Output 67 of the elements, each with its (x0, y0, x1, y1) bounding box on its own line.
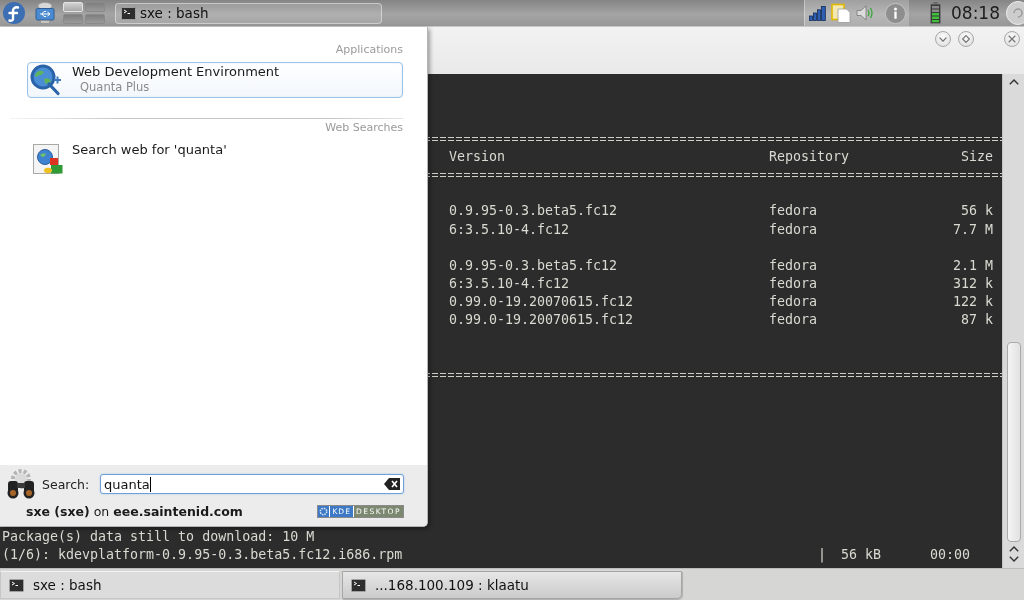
info-icon[interactable] (885, 2, 906, 24)
search-label: Search: (42, 476, 90, 492)
result-item[interactable]: Search web for 'quanta' (27, 140, 403, 176)
column-header: Repository (769, 147, 850, 166)
size-text: 312 k (952, 275, 993, 294)
size-text: 87 k (960, 311, 993, 330)
chevron-down-icon[interactable] (1008, 556, 1019, 562)
terminal-icon (351, 578, 366, 592)
scrollbar-thumb[interactable] (1006, 342, 1021, 542)
version-text: 0.9.95-0.3.beta5.fc12 (449, 202, 618, 221)
task-button[interactable]: ...168.100.109 : klaatu (342, 571, 682, 599)
clock[interactable]: 08:18 (951, 3, 1000, 23)
size-text: 56 k (960, 202, 993, 221)
version-text: 6:3.5.10-4.fc12 (449, 220, 570, 239)
terminal-text: 00:00 (930, 545, 971, 564)
globe-document-icon (33, 144, 63, 174)
scrollbar[interactable] (1002, 74, 1024, 568)
size-text: 7.7 M (952, 220, 993, 239)
search-field[interactable]: quanta (100, 474, 404, 494)
repository-text: fedora (769, 293, 818, 312)
repository-text: fedora (769, 220, 818, 239)
result-subtitle: Quanta Plus (80, 80, 150, 94)
terminal-icon (9, 578, 24, 592)
version-text: 0.9.95-0.3.beta5.fc12 (449, 256, 618, 275)
chevron-up-icon[interactable] (1008, 546, 1019, 552)
speaker-icon[interactable] (856, 5, 874, 21)
column-header: Size (960, 147, 993, 166)
toolbox-icon[interactable] (1006, 1, 1024, 25)
diamond-icon (962, 35, 970, 43)
terminal-text: 56 kB (841, 545, 882, 564)
version-text: 0.99.0-19.20070615.fc12 (449, 311, 634, 330)
size-text: 2.1 M (952, 256, 993, 275)
logo-icon[interactable] (3, 2, 25, 24)
signal-bars-icon[interactable] (809, 5, 826, 21)
result-title: Search web for 'quanta' (72, 142, 227, 158)
repository-text: fedora (769, 256, 818, 275)
clipboard-icon[interactable] (831, 3, 851, 23)
section-title: Web Searches (325, 121, 403, 135)
chevron-up-icon[interactable] (1008, 79, 1019, 85)
close-button[interactable] (1004, 31, 1020, 47)
terminal-icon (121, 6, 136, 20)
task-button[interactable]: sxe : bash (115, 2, 382, 24)
terminal-text: (1/6): kdevplatform-0.9.95-0.3.beta5.fc12.i686.rpm (2, 545, 403, 564)
result-title: Web Development Environment (72, 64, 280, 80)
section-title: Applications (335, 43, 403, 57)
battery-icon[interactable] (930, 2, 941, 24)
close-icon (1008, 35, 1016, 43)
terminal-text: | (818, 545, 826, 564)
minimize-button[interactable] (935, 31, 951, 47)
version-text: 6:3.5.10-4.fc12 (449, 275, 570, 294)
globe-icon (30, 64, 62, 96)
repository-text: fedora (769, 202, 818, 221)
gear-icon (318, 505, 330, 517)
repository-text: fedora (769, 275, 818, 294)
chevron-down-icon (939, 36, 947, 42)
column-header: Version (449, 147, 506, 166)
size-text: 122 k (952, 293, 993, 312)
version-text: 0.99.0-19.20070615.fc12 (449, 293, 634, 312)
result-item[interactable]: Web Development Environment Quanta Plus (27, 62, 403, 98)
binoculars-icon (5, 469, 37, 499)
terminal-text: Package(s) data still to download: 10 M (2, 528, 315, 544)
maximize-button[interactable] (958, 31, 974, 47)
device-icon[interactable] (34, 2, 56, 24)
clear-icon[interactable] (384, 478, 400, 490)
user-host-text: sxe (sxe) on eee.saintenid.com (26, 503, 243, 519)
repository-text: fedora (769, 311, 818, 330)
task-button[interactable]: sxe : bash (0, 571, 340, 599)
